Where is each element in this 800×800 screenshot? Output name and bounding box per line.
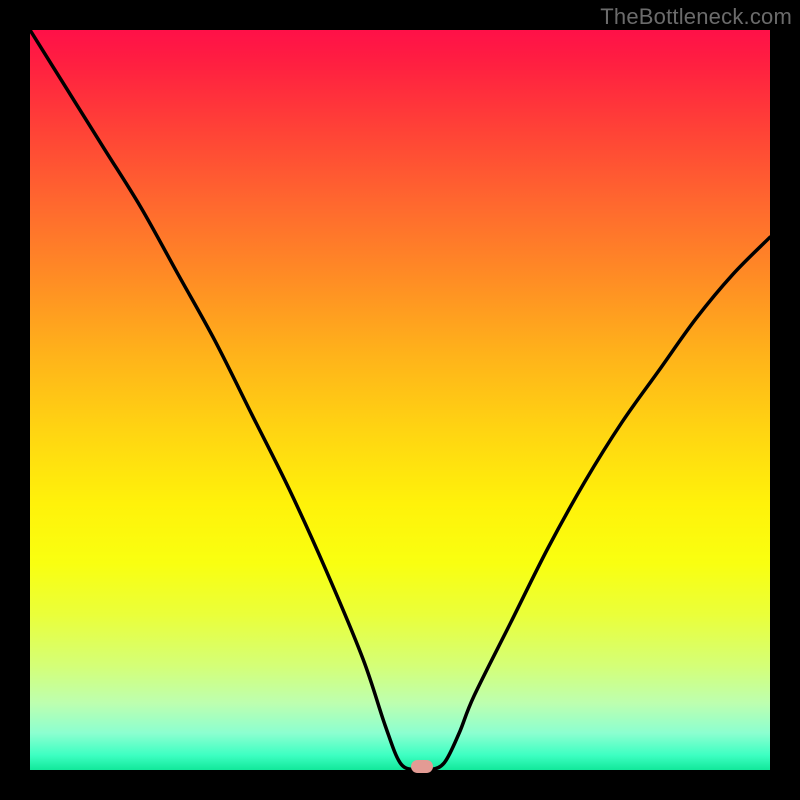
watermark-label: TheBottleneck.com — [600, 4, 792, 30]
chart-frame: TheBottleneck.com — [0, 0, 800, 800]
optimal-marker — [411, 760, 433, 773]
plot-area — [30, 30, 770, 770]
bottleneck-curve — [30, 30, 770, 770]
